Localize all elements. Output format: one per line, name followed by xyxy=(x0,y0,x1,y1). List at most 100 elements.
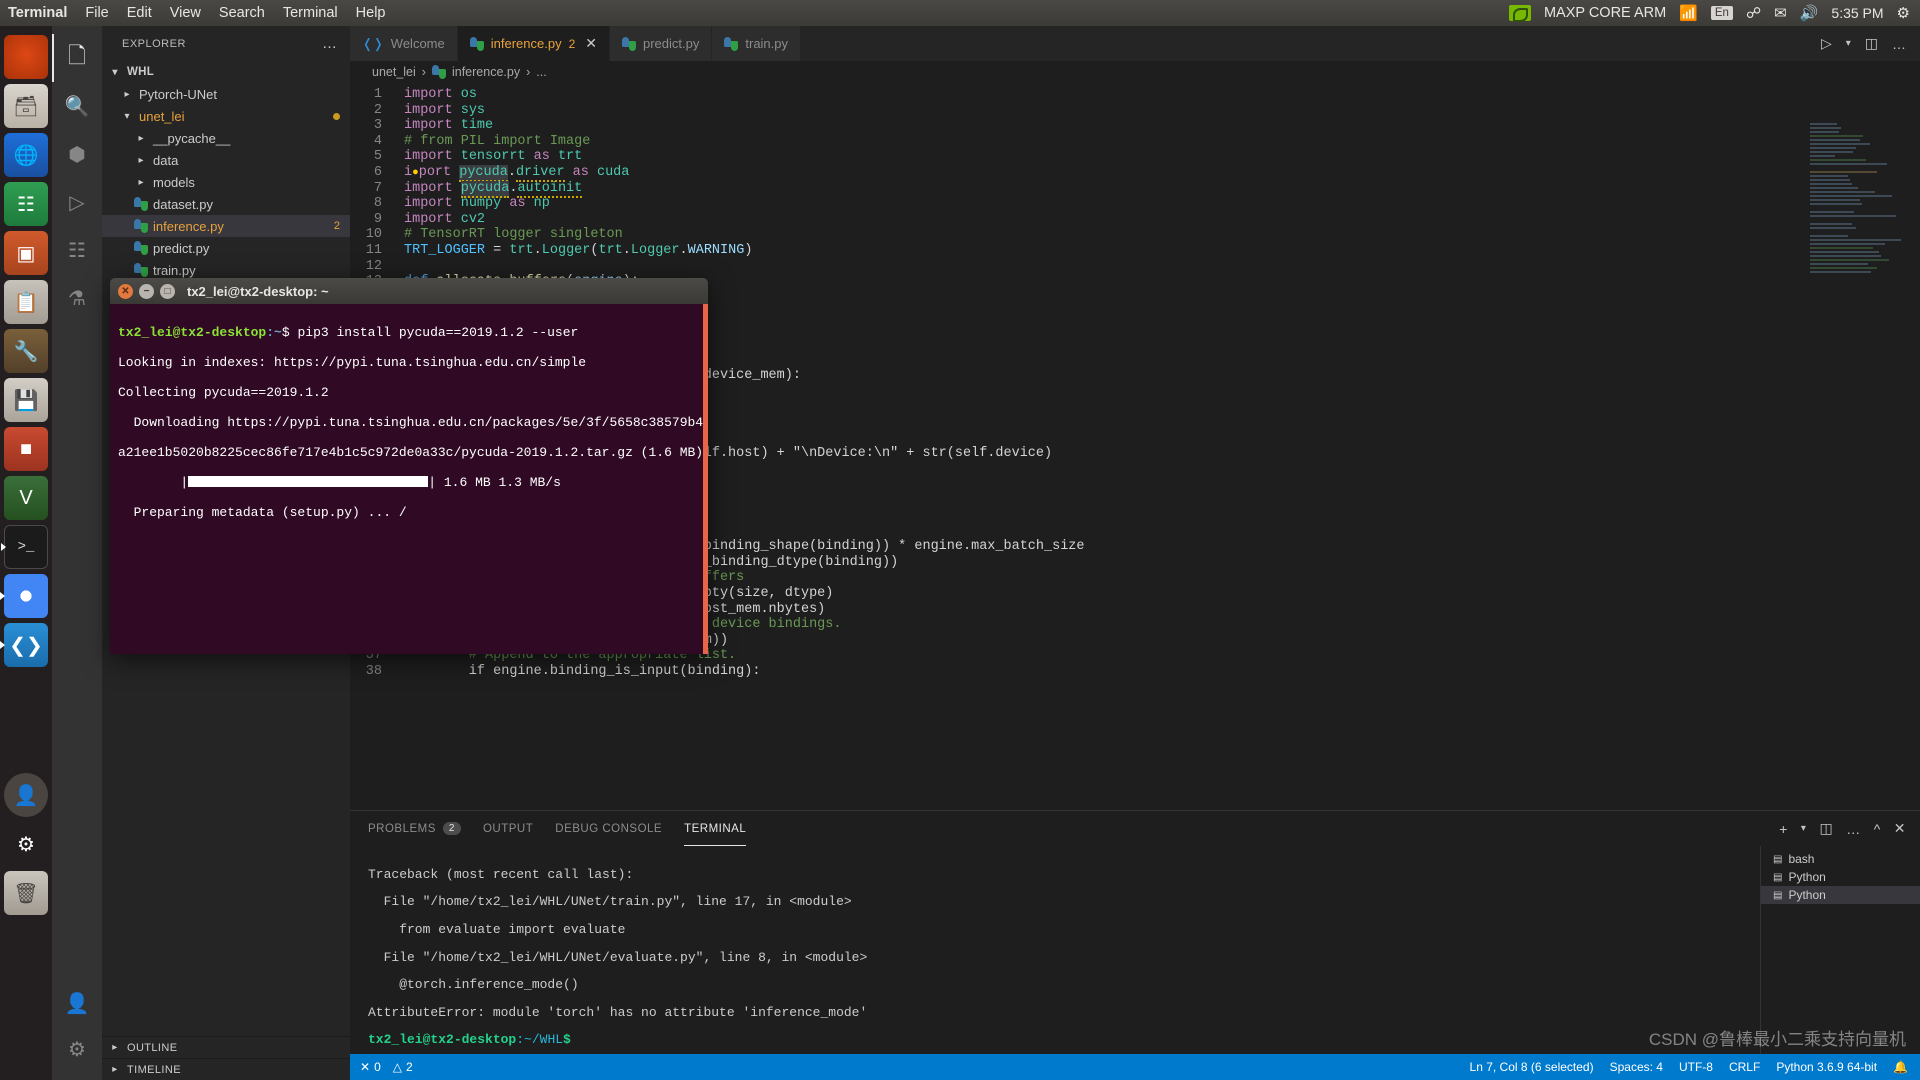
gear-icon[interactable]: ⚙ xyxy=(1897,6,1910,21)
tree-item-pytorch-unet[interactable]: ▸ Pytorch-UNet xyxy=(102,83,350,105)
launcher-item-wrench[interactable]: 🔧 xyxy=(4,329,48,373)
close-icon[interactable]: ✕ xyxy=(585,35,597,52)
launcher-item-user-account[interactable]: 👤 xyxy=(4,773,48,817)
tree-item-models[interactable]: ▸ models xyxy=(102,171,350,193)
activity-item-settings[interactable]: ⚙ xyxy=(52,1032,102,1080)
launcher-item-system-settings[interactable]: ⚙ xyxy=(4,822,48,866)
indentation-setting[interactable]: Spaces: 4 xyxy=(1610,1060,1663,1074)
launcher-item-clipboard[interactable]: 📋 xyxy=(4,280,48,324)
code-text: import cv2 xyxy=(404,212,485,228)
activity-item-source-control[interactable]: ⬢ xyxy=(52,130,102,178)
maximize-panel-icon[interactable]: ^ xyxy=(1874,821,1881,837)
maximize-icon[interactable]: □ xyxy=(160,284,175,299)
tree-item-data[interactable]: ▸ data xyxy=(102,149,350,171)
problems-count-badge: 2 xyxy=(443,822,461,835)
launcher-item-sdcard[interactable]: ■ xyxy=(4,427,48,471)
bluetooth-icon[interactable]: ☍ xyxy=(1746,6,1761,21)
tree-item-dataset-py[interactable]: dataset.py xyxy=(102,193,350,215)
unity-launcher: 🗃 🌐 ☷ ▣ 📋 🔧 💾 ■ V >_ ❮❯ 👤 ⚙ 🗑 xyxy=(0,26,52,1080)
split-terminal-icon[interactable]: ◫ xyxy=(1819,820,1833,837)
run-icon[interactable]: ▷ xyxy=(1821,35,1832,52)
keyboard-layout-indicator[interactable]: En xyxy=(1711,6,1733,20)
launcher-item-vscode[interactable]: ❮❯ xyxy=(4,623,48,667)
sidebar-section-outline[interactable]: ▸ OUTLINE xyxy=(102,1036,350,1058)
launcher-item-terminal[interactable]: >_ xyxy=(4,525,48,569)
cursor-position[interactable]: Ln 7, Col 8 (6 selected) xyxy=(1470,1060,1594,1074)
activity-item-accounts[interactable]: 👤 xyxy=(52,984,102,1032)
menu-edit[interactable]: Edit xyxy=(127,5,152,21)
menu-help[interactable]: Help xyxy=(356,5,386,21)
warning-icon[interactable]: △ xyxy=(393,1060,402,1074)
menu-view[interactable]: View xyxy=(170,5,201,21)
activity-item-extensions[interactable]: ☷ xyxy=(52,226,102,274)
bell-icon[interactable]: 🔔 xyxy=(1893,1060,1908,1074)
gnome-terminal-body[interactable]: tx2_lei@tx2-desktop:~$ pip3 install pycu… xyxy=(110,304,708,654)
close-panel-icon[interactable]: ✕ xyxy=(1894,820,1906,837)
panel-tab-debug-console[interactable]: DEBUG CONSOLE xyxy=(555,811,662,846)
tree-item-inference-py[interactable]: inference.py 2 xyxy=(102,215,350,237)
launcher-item-presentation[interactable]: ▣ xyxy=(4,231,48,275)
volume-icon[interactable]: 🔊 xyxy=(1800,6,1819,21)
launcher-item-drive[interactable]: 💾 xyxy=(4,378,48,422)
breadcrumb-symbol[interactable]: ... xyxy=(536,65,546,79)
launcher-item-ubuntu-dash[interactable] xyxy=(4,35,48,79)
chevron-down-icon[interactable]: ▾ xyxy=(1846,38,1851,49)
panel-tab-problems[interactable]: PROBLEMS 2 xyxy=(368,811,461,846)
menu-search[interactable]: Search xyxy=(219,5,265,21)
tree-item-unet-lei[interactable]: ▾ unet_lei xyxy=(102,105,350,127)
vscode-icon: ❬❭ xyxy=(362,36,384,52)
scrollbar-thumb[interactable] xyxy=(703,304,708,654)
tab-train-py[interactable]: train.py xyxy=(712,26,801,61)
tab-welcome[interactable]: ❬❭ Welcome xyxy=(350,26,458,61)
activity-item-testing[interactable]: ⚗ xyxy=(52,274,102,322)
launcher-item-firefox[interactable]: 🌐 xyxy=(4,133,48,177)
language-mode[interactable]: Python 3.6.9 64-bit xyxy=(1776,1060,1877,1074)
panel-tab-output[interactable]: OUTPUT xyxy=(483,811,533,846)
minimize-icon[interactable]: − xyxy=(139,284,154,299)
split-editor-icon[interactable]: ◫ xyxy=(1865,35,1878,52)
activity-item-run-debug[interactable]: ▷ xyxy=(52,178,102,226)
tree-root-whl[interactable]: ▾ WHL xyxy=(102,61,350,83)
launcher-item-vim[interactable]: V xyxy=(4,476,48,520)
encoding-setting[interactable]: UTF-8 xyxy=(1679,1060,1713,1074)
tree-item-predict-py[interactable]: predict.py xyxy=(102,237,350,259)
launcher-item-trash[interactable]: 🗑 xyxy=(4,871,48,915)
launcher-item-files[interactable]: 🗃 xyxy=(4,84,48,128)
more-actions-icon[interactable]: … xyxy=(1846,821,1861,837)
close-icon[interactable]: ✕ xyxy=(118,284,133,299)
error-icon[interactable]: ✕ xyxy=(360,1060,370,1074)
breadcrumb-file[interactable]: inference.py xyxy=(452,65,520,79)
gpu-indicator-label[interactable]: MAXP CORE ARM xyxy=(1544,5,1666,21)
sidebar-section-timeline[interactable]: ▸ TIMELINE xyxy=(102,1058,350,1080)
breadcrumb-folder[interactable]: unet_lei xyxy=(372,65,416,79)
new-terminal-icon[interactable]: + xyxy=(1779,821,1788,837)
activity-item-search[interactable]: 🔍 xyxy=(52,82,102,130)
activity-item-explorer[interactable]: 🗋 xyxy=(52,34,102,82)
terminal-instance-python-2[interactable]: ▤ Python xyxy=(1761,886,1920,904)
menu-file[interactable]: File xyxy=(85,5,108,21)
more-actions-icon[interactable]: … xyxy=(1892,36,1906,52)
warning-count[interactable]: 2 xyxy=(406,1060,413,1074)
panel-tab-terminal[interactable]: TERMINAL xyxy=(684,811,746,846)
terminal-instance-bash[interactable]: ▤ bash xyxy=(1761,850,1920,868)
chevron-down-icon[interactable]: ▾ xyxy=(1801,823,1807,834)
launcher-item-chromium[interactable] xyxy=(4,574,48,618)
minimap[interactable] xyxy=(1810,123,1906,373)
integrated-terminal[interactable]: Traceback (most recent call last): File … xyxy=(350,846,1920,1080)
menu-terminal[interactable]: Terminal xyxy=(283,5,338,21)
terminal-instance-python-1[interactable]: ▤ Python xyxy=(1761,868,1920,886)
tab-predict-py[interactable]: predict.py xyxy=(610,26,712,61)
tab-inference-py[interactable]: inference.py 2 ✕ xyxy=(458,26,610,61)
editor-tab-bar: ❬❭ Welcome inference.py 2 ✕ predict.py t… xyxy=(350,26,1920,61)
more-actions-icon[interactable]: … xyxy=(322,35,338,52)
launcher-item-spreadsheet[interactable]: ☷ xyxy=(4,182,48,226)
terminal-scrollbar[interactable] xyxy=(703,304,708,654)
error-count[interactable]: 0 xyxy=(374,1060,381,1074)
lightbulb-icon[interactable]: ● xyxy=(412,167,419,179)
tree-item-pycache[interactable]: ▸ __pycache__ xyxy=(102,127,350,149)
wifi-icon[interactable]: 📶 xyxy=(1679,6,1698,21)
mail-icon[interactable]: ✉ xyxy=(1774,6,1787,21)
eol-setting[interactable]: CRLF xyxy=(1729,1060,1760,1074)
gnome-terminal-window[interactable]: ✕ − □ tx2_lei@tx2-desktop: ~ tx2_lei@tx2… xyxy=(110,278,708,654)
clock-indicator[interactable]: 5:35 PM xyxy=(1831,5,1883,21)
